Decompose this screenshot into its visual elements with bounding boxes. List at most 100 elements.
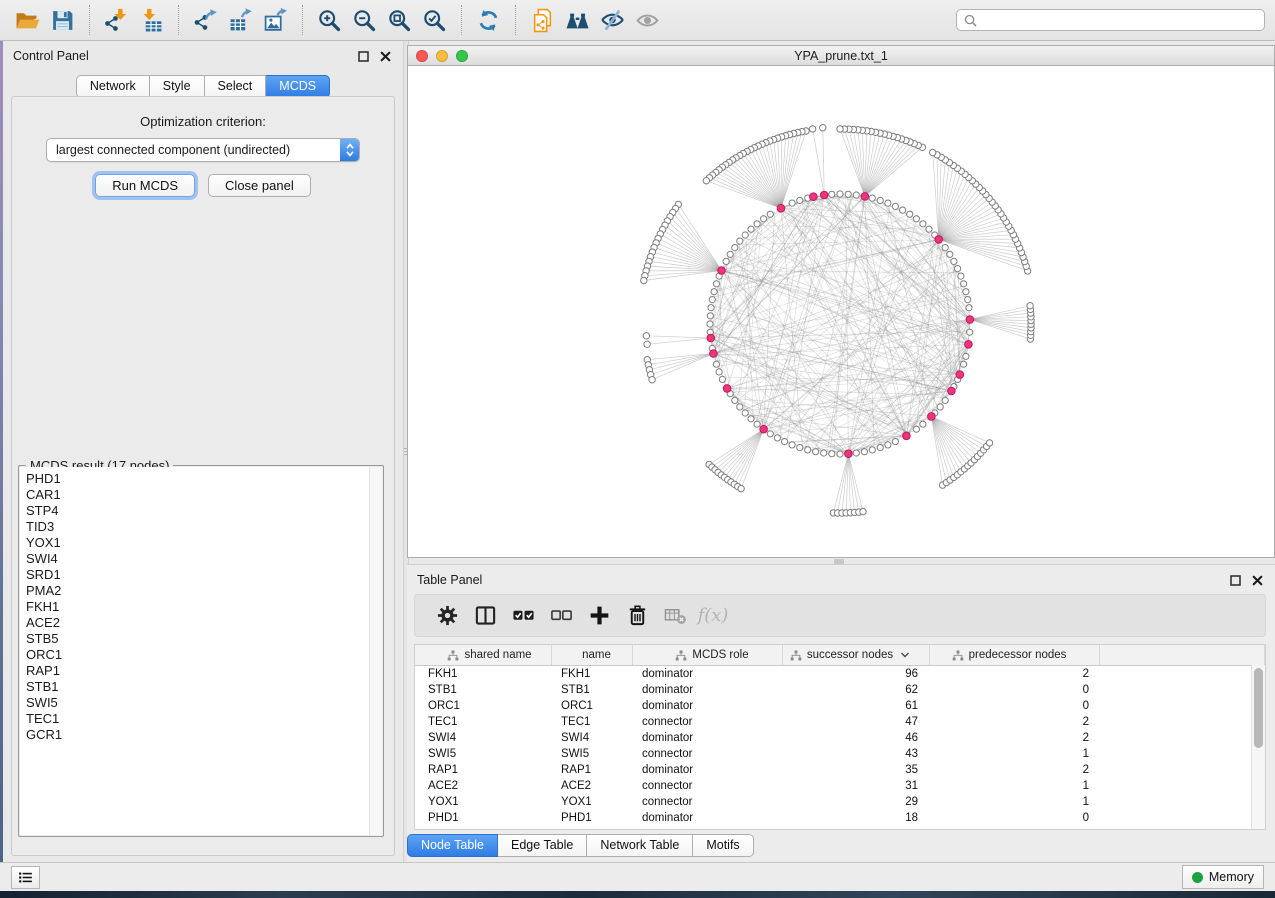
task-history-button[interactable] [11,866,40,889]
table-row[interactable]: PHD1PHD1dominator180 [415,810,1265,826]
control-panel-title: Control Panel [13,49,89,63]
memory-status-icon [1192,872,1203,883]
cell-MCDS-role: dominator [633,812,783,824]
cell-MCDS-role: connector [633,780,783,792]
status-bar: Memory [0,862,1275,891]
mcds-result-item[interactable]: PMA2 [26,583,382,599]
close-panel-icon[interactable] [380,51,391,62]
column-header-MCDS-role[interactable]: MCDS role [633,645,783,665]
mcds-result-list[interactable]: PHD1CAR1STP4TID3YOX1SWI4SRD1PMA2FKH1ACE2… [20,467,382,835]
column-settings-icon[interactable] [428,599,466,633]
export-network-icon[interactable] [188,4,223,37]
table-row[interactable]: STB1STB1dominator620 [415,682,1265,698]
table-tab-node-table[interactable]: Node Table [407,834,498,857]
column-header-name[interactable]: name [552,645,633,665]
mcds-result-item[interactable]: TEC1 [26,711,382,727]
table-row[interactable]: ACE2ACE2connector311 [415,778,1265,794]
new-network-from-selection-icon[interactable] [525,4,560,37]
close-panel-button[interactable]: Close panel [208,174,311,197]
column-header-shared-name[interactable]: shared name [415,645,552,665]
table-tab-motifs[interactable]: Motifs [693,834,753,857]
hide-selected-icon[interactable] [595,4,630,37]
clear-table-icon [656,599,694,633]
mcds-result-item[interactable]: TID3 [26,519,382,535]
mcds-result-item[interactable]: SWI4 [26,551,382,567]
mcds-result-item[interactable]: ORC1 [26,647,382,663]
network-canvas[interactable] [407,66,1275,558]
tab-style[interactable]: Style [150,75,205,98]
list-icon [17,869,34,886]
refresh-icon[interactable] [471,4,506,37]
table-row[interactable]: SWI4SWI4dominator462 [415,730,1265,746]
export-image-icon[interactable] [258,4,293,37]
memory-button[interactable]: Memory [1182,865,1264,889]
right-column: YPA_prune.txt_1 Table Panel f(x) shared … [407,41,1275,862]
mcds-result-item[interactable]: CAR1 [26,487,382,503]
optimization-criterion-select[interactable]: largest connected component (undirected) [46,138,360,162]
table-row[interactable]: RAP1RAP1dominator352 [415,762,1265,778]
float-panel-icon[interactable] [358,51,369,62]
open-file-icon[interactable] [10,4,45,37]
maximize-window-icon[interactable] [456,50,468,62]
import-table-icon[interactable] [134,4,169,37]
search-box[interactable] [956,9,1265,31]
toolbar-separator [461,5,462,35]
mcds-result-group: MCDS result (17 nodes) PHD1CAR1STP4TID3Y… [18,465,384,837]
column-header-successor-nodes[interactable]: successor nodes [783,645,930,665]
toolbar-buttons [10,4,665,37]
mcds-result-item[interactable]: STB5 [26,631,382,647]
mcds-result-item[interactable]: ACE2 [26,615,382,631]
float-table-panel-icon[interactable] [1230,575,1241,586]
control-panel-tabs: NetworkStyleSelectMCDS [76,75,330,98]
minimize-window-icon[interactable] [436,50,448,62]
deselect-all-rows-icon[interactable] [542,599,580,633]
run-mcds-button[interactable]: Run MCDS [95,174,195,197]
cell-predecessor-nodes: 1 [930,780,1100,792]
mcds-result-item[interactable]: FKH1 [26,599,382,615]
mcds-result-item[interactable]: STP4 [26,503,382,519]
save-session-icon[interactable] [45,4,80,37]
mcds-result-item[interactable]: YOX1 [26,535,382,551]
delete-column-icon[interactable] [618,599,656,633]
close-table-panel-icon[interactable] [1252,575,1263,586]
zoom-in-icon[interactable] [312,4,347,37]
show-columns-icon[interactable] [466,599,504,633]
add-column-icon[interactable] [580,599,618,633]
export-table-icon[interactable] [223,4,258,37]
table-tab-network-table[interactable]: Network Table [587,834,693,857]
mcds-result-item[interactable]: SWI5 [26,695,382,711]
close-window-icon[interactable] [416,50,428,62]
table-row[interactable]: FKH1FKH1dominator962 [415,666,1265,682]
first-neighbors-icon[interactable] [560,4,595,37]
tab-network[interactable]: Network [76,75,150,98]
import-network-icon[interactable] [99,4,134,37]
cell-predecessor-nodes: 0 [930,812,1100,824]
network-graph [408,66,1274,557]
mcds-list-scrollbar[interactable] [369,467,382,835]
table-scrollbar-thumb[interactable] [1254,668,1263,748]
table-row[interactable]: TEC1TEC1connector472 [415,714,1265,730]
cell-successor-nodes: 62 [783,684,930,696]
zoom-fit-icon[interactable] [382,4,417,37]
mcds-result-item[interactable]: SRD1 [26,567,382,583]
table-row[interactable]: SWI5SWI5connector431 [415,746,1265,762]
mcds-result-item[interactable]: STB1 [26,679,382,695]
table-scrollbar[interactable] [1251,665,1265,829]
table-row[interactable]: YOX1YOX1connector291 [415,794,1265,810]
select-all-rows-icon[interactable] [504,599,542,633]
cell-shared-name: RAP1 [415,764,552,776]
tab-mcds[interactable]: MCDS [266,75,330,98]
network-window-titlebar[interactable]: YPA_prune.txt_1 [407,45,1275,66]
mcds-result-item[interactable]: GCR1 [26,727,382,743]
tab-select[interactable]: Select [205,75,267,98]
zoom-out-icon[interactable] [347,4,382,37]
table-tab-edge-table[interactable]: Edge Table [498,834,587,857]
search-input[interactable] [982,12,1257,28]
column-header-predecessor-nodes[interactable]: predecessor nodes [930,645,1100,665]
cell-shared-name: SWI5 [415,748,552,760]
mcds-result-item[interactable]: RAP1 [26,663,382,679]
zoom-selected-icon[interactable] [417,4,452,37]
mcds-result-item[interactable]: PHD1 [26,471,382,487]
cell-name: SWI5 [552,748,633,760]
table-row[interactable]: ORC1ORC1dominator610 [415,698,1265,714]
